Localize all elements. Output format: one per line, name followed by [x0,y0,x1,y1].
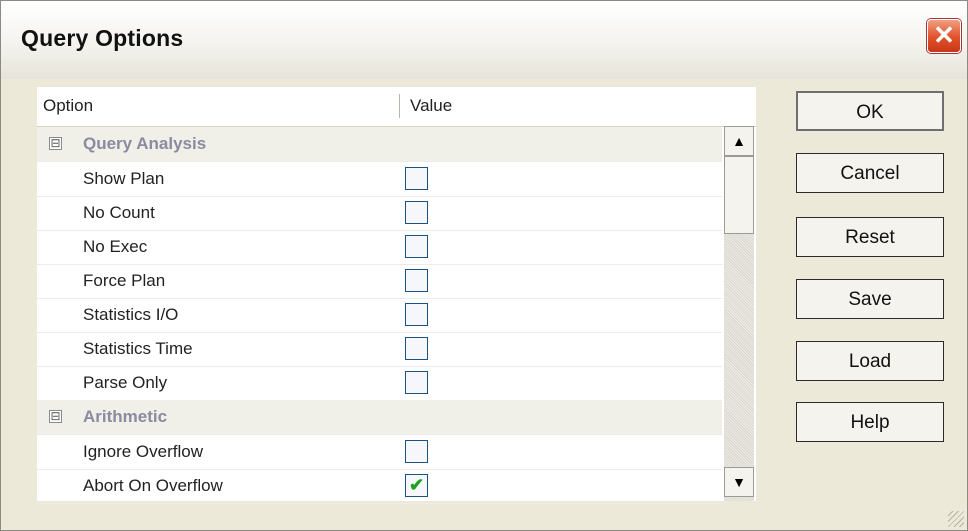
option-row-no-exec[interactable]: No Exec [37,230,722,265]
category-label: Query Analysis [83,134,207,153]
column-separator[interactable] [399,94,400,118]
option-row-ignore-overflow[interactable]: Ignore Overflow [37,435,722,470]
option-row-statistics-io[interactable]: Statistics I/O [37,298,722,333]
category-label: Arithmetic [83,407,168,426]
no-count-checkbox[interactable] [405,201,428,224]
option-label: No Exec [83,237,148,256]
option-row-force-plan[interactable]: Force Plan [37,264,722,299]
load-button[interactable]: Load [796,341,944,381]
title-bar[interactable]: Query Options ✕ [1,1,967,79]
help-button[interactable]: Help [796,402,944,442]
category-row-query-analysis[interactable]: ⊟ Query Analysis [37,127,722,162]
option-label: Statistics I/O [83,305,179,324]
force-plan-checkbox[interactable] [405,269,428,292]
show-plan-checkbox[interactable] [405,167,428,190]
parse-only-checkbox[interactable] [405,371,428,394]
cancel-button[interactable]: Cancel [796,153,944,193]
option-label: Parse Only [83,373,168,392]
abort-on-overflow-checkbox[interactable]: ✔ [405,474,428,497]
statistics-io-checkbox[interactable] [405,303,428,326]
collapse-icon[interactable]: ⊟ [49,137,62,150]
option-label: Abort On Overflow [83,476,223,495]
arrow-up-icon: ▲ [732,133,746,149]
scroll-thumb[interactable] [724,156,754,234]
option-row-show-plan[interactable]: Show Plan [37,162,722,197]
arrow-down-icon: ▼ [732,474,746,490]
scroll-up-button[interactable]: ▲ [724,126,754,156]
option-row-no-count[interactable]: No Count [37,196,722,231]
no-exec-checkbox[interactable] [405,235,428,258]
ok-button[interactable]: OK [796,91,944,131]
category-row-arithmetic[interactable]: ⊟ Arithmetic [37,400,722,435]
option-label: Statistics Time [83,339,193,358]
query-options-dialog: Query Options ✕ Option Value ⊟ Query Ana… [0,0,968,531]
option-row-abort-on-overflow[interactable]: Abort On Overflow ✔ [37,469,722,504]
ignore-overflow-checkbox[interactable] [405,440,428,463]
close-icon: ✕ [933,20,955,50]
save-button[interactable]: Save [796,279,944,319]
column-header-value[interactable]: Value [410,96,452,116]
option-row-statistics-time[interactable]: Statistics Time [37,332,722,367]
scroll-down-button[interactable]: ▼ [724,467,754,497]
options-list: Option Value ⊟ Query Analysis Show Plan … [37,87,756,504]
reset-button[interactable]: Reset [796,217,944,257]
option-label: Ignore Overflow [83,442,203,461]
column-header-option[interactable]: Option [43,96,93,116]
option-label: Force Plan [83,271,166,290]
list-header: Option Value [37,87,756,127]
option-row-parse-only[interactable]: Parse Only [37,366,722,401]
dialog-title: Query Options [21,25,184,51]
vertical-scrollbar[interactable]: ▲ ▼ [724,126,754,501]
resize-grip[interactable] [948,511,964,527]
collapse-icon[interactable]: ⊟ [49,410,62,423]
option-label: Show Plan [83,169,165,188]
option-label: No Count [83,203,155,222]
statistics-time-checkbox[interactable] [405,337,428,360]
close-button[interactable]: ✕ [927,19,961,53]
